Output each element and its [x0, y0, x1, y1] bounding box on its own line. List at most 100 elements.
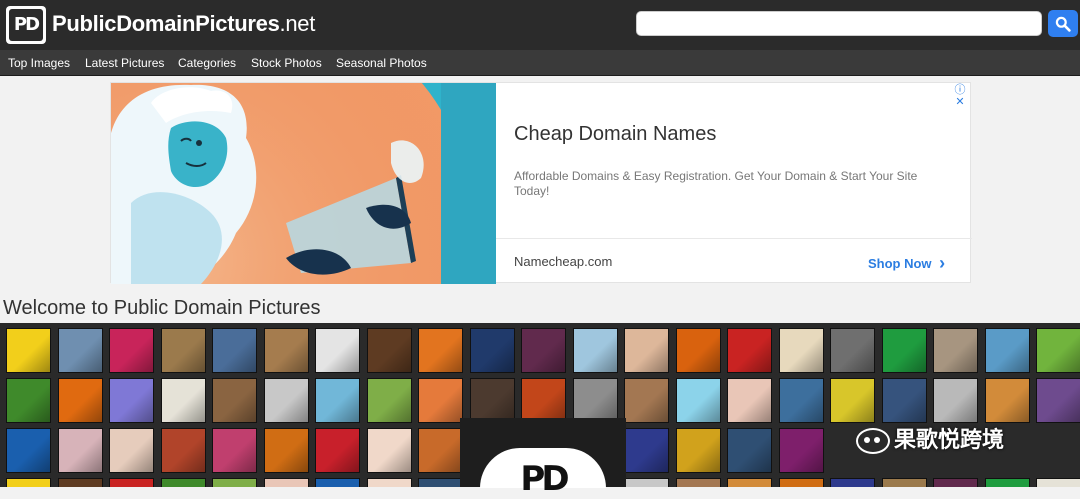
thumbnail-partial[interactable] [57, 478, 103, 487]
thumbnail-wind-turbine[interactable] [212, 328, 257, 373]
thumbnail-partial[interactable] [675, 478, 721, 487]
thumbnail-colorful-lights[interactable] [624, 428, 669, 473]
thumbnail-giraffe[interactable] [160, 328, 206, 373]
thumbnail-peaches[interactable] [418, 378, 463, 423]
nav-stock-photos[interactable]: Stock Photos [251, 56, 322, 70]
site-name[interactable]: PublicDomainPictures.net [52, 11, 315, 37]
thumbnail-light-bulb[interactable] [109, 378, 154, 423]
ad-illustration [111, 83, 496, 284]
site-logo-overlay: PD [460, 418, 626, 496]
ad-divider [496, 238, 972, 239]
ad-choices-icon[interactable]: ⓘ ✕ [949, 84, 971, 108]
thumbnail-partial[interactable] [727, 478, 772, 487]
thumbnail-orange-background[interactable] [418, 428, 463, 473]
logo-mark-text: PD [9, 9, 43, 41]
thumbnail-mountain[interactable] [727, 428, 772, 473]
thumbnail-orange-ornament[interactable] [418, 328, 463, 373]
thumbnail-green-silhouette[interactable] [881, 328, 927, 373]
thumbnail-yellow-sunburst[interactable] [6, 328, 51, 373]
thumbnail-full-moon[interactable] [830, 328, 875, 373]
thumbnail-beach[interactable] [315, 378, 360, 423]
thumbnail-sunset-boat[interactable] [212, 428, 257, 473]
search-icon [1055, 16, 1071, 32]
thumbnail-partial[interactable] [624, 478, 669, 487]
thumbnail-speech-bubbles[interactable] [57, 428, 103, 473]
main-nav: Top Images Latest Pictures Categories St… [0, 50, 1080, 76]
site-logo-icon[interactable]: PD [6, 6, 46, 44]
thumbnail-blue-butterfly[interactable] [778, 378, 824, 423]
thumbnail-pumpkin[interactable] [57, 378, 103, 423]
thumbnail-elephant[interactable] [572, 378, 618, 423]
yeti-laptop-illustration [111, 83, 496, 284]
thumbnail-sunflower-field[interactable] [830, 378, 875, 423]
thumbnail-beach-bench[interactable] [984, 328, 1030, 373]
thumbnail-partial[interactable] [160, 478, 206, 487]
thumbnail-butterfly[interactable] [675, 328, 721, 373]
thumbnail-sheet-music[interactable] [778, 328, 824, 373]
thumbnail-partial[interactable] [881, 478, 927, 487]
thumbnail-partial[interactable] [830, 478, 875, 487]
thumbnail-tower-bridge[interactable] [469, 328, 515, 373]
thumbnail-help-key[interactable] [263, 378, 309, 423]
thumbnail-red-flowers[interactable] [109, 328, 154, 373]
thumbnail-partial[interactable] [418, 478, 463, 487]
site-name-main: PublicDomainPictures [52, 11, 280, 36]
thumbnail-autumn-leaves[interactable] [263, 428, 309, 473]
thumbnail-purple-bird[interactable] [1036, 378, 1080, 423]
thumbnail-cocktail[interactable] [675, 378, 721, 423]
thumbnail-blue-eye[interactable] [57, 328, 103, 373]
thumbnail-einstein[interactable] [933, 378, 978, 423]
thumbnail-partial[interactable] [6, 478, 51, 487]
watermark-text: 果歌悦跨境 [894, 427, 1005, 452]
thumbnail-christmas-ornaments[interactable] [315, 428, 360, 473]
thumbnail-berries[interactable] [521, 328, 566, 373]
thumbnail-doctor-child[interactable] [109, 428, 154, 473]
thumbnail-partial[interactable] [933, 478, 978, 487]
nav-categories[interactable]: Categories [178, 56, 236, 70]
thumbnail-stone-wall[interactable] [933, 328, 978, 373]
thumbnail-partial[interactable] [109, 478, 154, 487]
thumbnail-solar-panels[interactable] [881, 378, 927, 423]
thumbnail-blue-fish[interactable] [6, 428, 51, 473]
thumbnail-green-meadow[interactable] [1036, 328, 1080, 373]
thumbnail-fireworks[interactable] [778, 428, 824, 473]
chevron-right-icon: › [939, 253, 946, 273]
thumbnail-yellow-tree[interactable] [675, 428, 721, 473]
advertisement-banner[interactable]: ⓘ ✕ Cheap Domain Names Affordable Domain… [110, 82, 972, 284]
site-name-suffix: .net [279, 11, 316, 36]
thumbnail-wood-plank[interactable] [263, 328, 309, 373]
thumbnail-partial[interactable] [263, 478, 309, 487]
thumbnail-carousel[interactable] [160, 428, 206, 473]
thumbnail-partial[interactable] [778, 478, 824, 487]
thumbnail-family[interactable] [624, 328, 669, 373]
thumbnail-cathedral[interactable] [624, 378, 669, 423]
search-input[interactable] [636, 11, 1042, 36]
thumbnail-tulips[interactable] [727, 328, 772, 373]
nav-seasonal-photos[interactable]: Seasonal Photos [336, 56, 427, 70]
thumbnail-partial[interactable] [212, 478, 257, 487]
nav-top-images[interactable]: Top Images [8, 56, 70, 70]
thumbnail-colored-pencils[interactable] [160, 378, 206, 423]
ad-shop-now-button[interactable]: Shop Now › [868, 253, 945, 274]
thumbnail-autumn-tree[interactable] [521, 378, 566, 423]
thumbnail-partial[interactable] [366, 478, 412, 487]
thumbnail-woman-flowers[interactable] [727, 378, 772, 423]
thumbnail-deer[interactable] [366, 378, 412, 423]
thumbnail-partial[interactable] [1036, 478, 1080, 487]
thumbnail-autumn-river[interactable] [984, 378, 1030, 423]
header: PD PublicDomainPictures.net [0, 0, 1080, 50]
thumbnail-partial[interactable] [984, 478, 1030, 487]
overlay-logo-mark: PD [520, 459, 569, 499]
thumbnail-coffee-beans[interactable] [366, 328, 412, 373]
thumbnail-woman-headphones[interactable] [469, 378, 515, 423]
thumbnail-baby[interactable] [366, 428, 412, 473]
thumbnail-ice[interactable] [572, 328, 618, 373]
chat-bubble-icon [856, 428, 890, 455]
thumbnail-grass[interactable] [6, 378, 51, 423]
ad-title[interactable]: Cheap Domain Names [514, 123, 716, 146]
thumbnail-wood-heart[interactable] [212, 378, 257, 423]
nav-latest-pictures[interactable]: Latest Pictures [85, 56, 164, 70]
thumbnail-santa-woman[interactable] [315, 328, 360, 373]
thumbnail-partial[interactable] [315, 478, 360, 487]
search-button[interactable] [1048, 10, 1078, 37]
